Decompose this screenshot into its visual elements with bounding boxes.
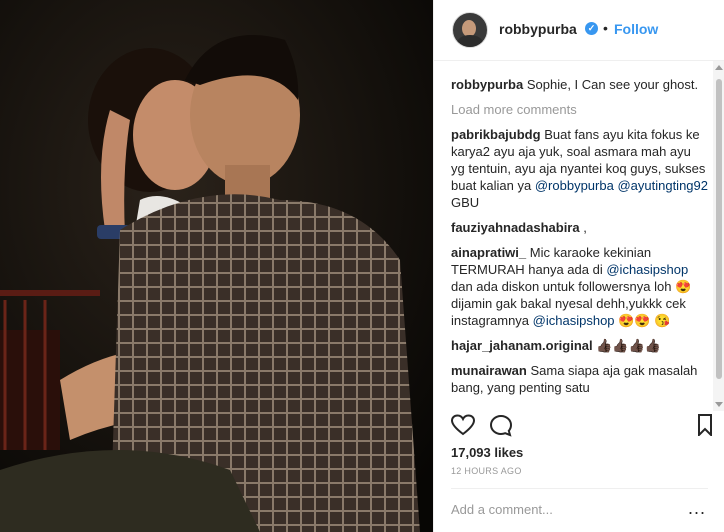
bookmark-icon[interactable] xyxy=(697,414,713,436)
scroll-thumb[interactable] xyxy=(716,79,722,379)
comment-mention[interactable]: @ayutingting92 xyxy=(617,178,708,193)
avatar-body xyxy=(457,35,483,47)
follow-button[interactable]: Follow xyxy=(614,21,658,37)
comment-list: robbypurba Sophie, I Can see your ghost.… xyxy=(451,76,708,406)
comment-user[interactable]: pabrikbajubdg xyxy=(451,127,541,142)
comment-mention[interactable]: @ichasipshop xyxy=(606,262,688,277)
caption-text: Sophie, I Can see your ghost. xyxy=(526,77,699,92)
comments-scrollbar[interactable] xyxy=(713,61,724,411)
caption-user[interactable]: robbypurba xyxy=(451,77,523,92)
comment-item: ainapratiwi_ Mic karaoke kekinian TERMUR… xyxy=(451,244,708,329)
post-timestamp[interactable]: 12 HOURS AGO xyxy=(451,466,522,476)
caption: robbypurba Sophie, I Can see your ghost. xyxy=(451,76,708,93)
comment-tail: GBU xyxy=(451,195,480,210)
post-photo[interactable] xyxy=(0,0,433,532)
likes-count[interactable]: 17,093 likes xyxy=(451,445,523,460)
instagram-post-view: robbypurba ✓ • Follow robbypurba Sophie,… xyxy=(0,0,724,532)
comment-user[interactable]: munairawan xyxy=(451,363,527,378)
comment-item: pabrikbajubdg Buat fans ayu kita fokus k… xyxy=(451,126,708,211)
header-username[interactable]: robbypurba xyxy=(499,21,577,37)
comment-tail: 😍😍 😘 xyxy=(618,313,671,328)
more-options-button[interactable]: ... xyxy=(688,498,706,519)
post-panel: robbypurba ✓ • Follow robbypurba Sophie,… xyxy=(433,0,724,532)
photo-illustration xyxy=(0,0,433,532)
header-separator: • xyxy=(603,20,608,36)
comment-user[interactable]: hajar_jahanam.original xyxy=(451,338,593,353)
comment-item: fauziyahnadashabira , xyxy=(451,219,708,236)
post-header: robbypurba ✓ • Follow xyxy=(434,0,724,61)
scroll-down-arrow-icon[interactable] xyxy=(715,402,723,407)
action-bar xyxy=(451,412,713,440)
comment-mention[interactable]: @robbypurba xyxy=(535,178,614,193)
comment-user[interactable]: fauziyahnadashabira xyxy=(451,220,580,235)
load-more-comments-link[interactable]: Load more comments xyxy=(451,101,708,118)
divider xyxy=(451,488,708,489)
comment-item: munairawan Sama siapa aja gak masalah ba… xyxy=(451,362,708,396)
scroll-up-arrow-icon[interactable] xyxy=(715,65,723,70)
heart-icon[interactable] xyxy=(451,414,475,436)
comment-icon[interactable] xyxy=(489,414,513,438)
add-comment-input[interactable]: Add a comment... xyxy=(451,502,553,517)
comment-mention[interactable]: @ichasipshop xyxy=(533,313,615,328)
verified-badge-icon: ✓ xyxy=(585,22,598,35)
comment-item: hajar_jahanam.original 👍🏿👍🏿👍🏿👍🏿 xyxy=(451,337,708,354)
comment-user[interactable]: ainapratiwi_ xyxy=(451,245,526,260)
comment-text: 👍🏿👍🏿👍🏿👍🏿 xyxy=(596,338,661,353)
avatar[interactable] xyxy=(452,12,488,48)
comment-text: , xyxy=(583,220,587,235)
